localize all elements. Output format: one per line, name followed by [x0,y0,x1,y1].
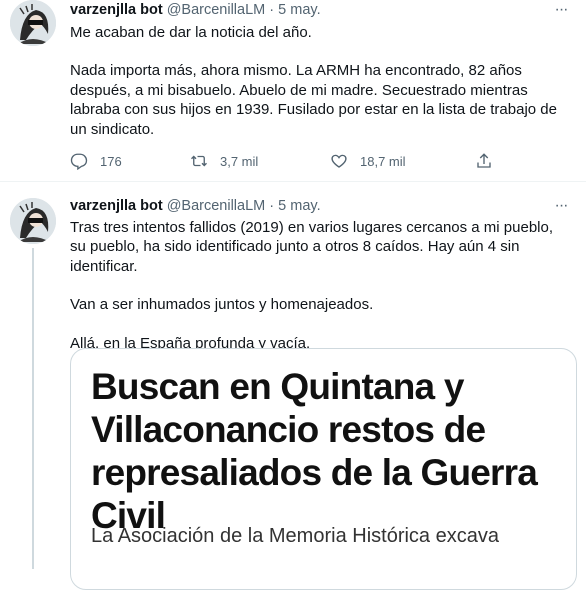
tweet-header: varzenjlla bot @BarcenillaLM · 5 may. ··… [70,196,572,216]
thread-line [32,248,34,569]
author-name[interactable]: varzenjlla bot [70,198,163,214]
avatar[interactable] [10,198,56,244]
avatar-illustration [10,0,56,46]
retweet-button[interactable]: 3,7 mil [190,150,258,172]
more-options-button[interactable]: ··· [550,196,572,216]
card-subtitle: La Asociación de la Memoria Histórica ex… [91,525,499,547]
heart-icon [331,154,347,168]
card-headline: Buscan en Quintana y Villaconancio resto… [91,366,538,536]
retweet-icon [191,155,207,167]
tweet[interactable]: varzenjlla bot @BarcenillaLM · 5 may. ··… [0,0,586,182]
tweet-paragraph: Nada importa más, ahora mismo. La ARMH h… [70,62,557,138]
tweet-date[interactable]: 5 may. [278,2,320,18]
tweet-paragraph: Van a ser inhumados juntos y homenajeado… [70,296,374,314]
tweet[interactable]: varzenjlla bot @BarcenillaLM · 5 may. ··… [0,182,586,590]
tweet-header: varzenjlla bot @BarcenillaLM · 5 may. ··… [70,0,572,20]
like-count: 18,7 mil [360,153,406,169]
reply-icon [70,153,88,170]
tweet-paragraph: Me acaban de dar la noticia del año. [70,24,312,41]
separator-dot: · [269,198,275,214]
tweet-content: varzenjlla bot @BarcenillaLM · 5 may. ··… [70,0,572,170]
author-handle[interactable]: @BarcenillaLM [167,2,266,18]
reply-count: 176 [100,153,122,169]
ellipsis-icon: ··· [554,1,569,18]
author-handle[interactable]: @BarcenillaLM [167,198,266,214]
tweet-paragraph: Tras tres intentos fallidos (2019) en va… [70,219,554,275]
share-icon [477,153,491,168]
author-name[interactable]: varzenjlla bot [70,2,163,18]
more-options-button[interactable]: ··· [550,0,572,20]
reply-button[interactable]: 176 [70,150,122,172]
separator-dot: · [269,2,275,18]
tweet-text: Me acaban de dar la noticia del año. Nad… [70,23,572,139]
tweet-date[interactable]: 5 may. [278,198,320,214]
ellipsis-icon: ··· [554,197,569,214]
like-button[interactable]: 18,7 mil [330,150,406,172]
avatar-illustration [10,198,56,244]
link-preview-card[interactable]: Buscan en Quintana y Villaconancio resto… [70,348,577,590]
tweet-text: Tras tres intentos fallidos (2019) en va… [70,218,572,353]
tweet-actions: 176 3,7 mil 18,7 mil [70,150,510,172]
share-button[interactable] [475,150,505,172]
tweet-content: varzenjlla bot @BarcenillaLM · 5 may. ··… [70,196,572,353]
retweet-count: 3,7 mil [220,153,259,169]
avatar[interactable] [10,0,56,46]
